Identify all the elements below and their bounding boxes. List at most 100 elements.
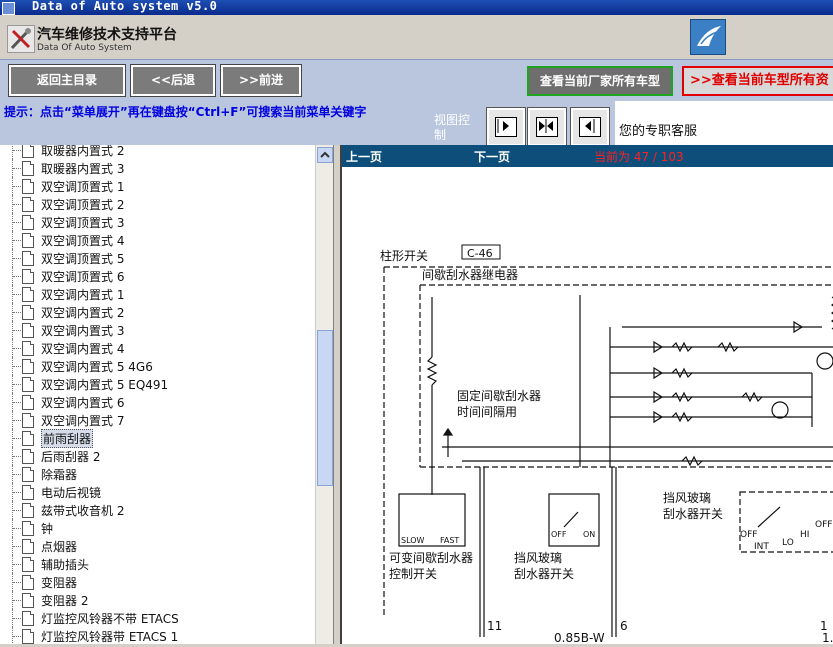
view-split-button[interactable] [527, 107, 567, 147]
tree-item[interactable]: 灯监控风铃器不带 ETACS [0, 609, 315, 627]
tree-item-label: 变阻器 [41, 576, 78, 590]
tree-item-label: 双空调内置式 7 [41, 414, 125, 428]
tree-item-label: 双空调顶置式 4 [41, 234, 125, 248]
tree-item[interactable]: 点烟器 [0, 537, 315, 555]
tree-branch-line [13, 546, 21, 548]
tree-item-label: 点烟器 [41, 540, 78, 554]
customer-service-label: 您的专职客服 [619, 124, 698, 139]
tree-item[interactable]: 双空调内置式 3 [0, 321, 315, 339]
document-icon [22, 197, 34, 212]
document-icon [22, 341, 34, 356]
tree-item[interactable]: 双空调顶置式 5 [0, 249, 315, 267]
menu-panel: 取暖器内置式 2 取暖器内置式 3 双空调顶置式 1 双空调顶置式 2 双空调顶置式 3… [0, 145, 334, 644]
tree-item[interactable]: 前雨刮器 [0, 429, 315, 448]
tree-branch-line [13, 348, 21, 350]
time-interval-label: 时间间隔用 [457, 405, 517, 419]
scroll-up-button[interactable] [317, 147, 333, 163]
document-icon [22, 251, 34, 266]
document-icon [22, 413, 34, 428]
tree-branch-line [13, 222, 21, 224]
hi-label: HI [800, 530, 809, 540]
tree-item-label: 变阻器 2 [41, 594, 89, 608]
tree-item[interactable]: 后雨刮器 2 [0, 447, 315, 465]
lo-label: LO [782, 538, 794, 548]
fast-label: FAST [440, 536, 459, 545]
next-page-link[interactable]: 下一页 [474, 148, 510, 165]
scroll-thumb[interactable] [317, 330, 333, 486]
fixed-intermittent-label: 固定间歇刮水器 [457, 388, 541, 403]
tree-branch-line [13, 294, 21, 296]
tree-item[interactable]: 双空调内置式 4 [0, 339, 315, 357]
washer-switch-label-1: 挡风玻璃 [514, 551, 562, 565]
relay-label: 间歇刮水器继电器 [422, 268, 518, 282]
tree-branch-line [13, 510, 21, 512]
current-model-button[interactable]: >>查看当前车型所有资 [682, 66, 833, 96]
tree-item[interactable]: 变阻器 2 [0, 591, 315, 609]
split-icon [539, 119, 553, 133]
window-title: Data of Auto system v5.0 [32, 0, 218, 13]
customer-service-area[interactable]: 您的专职客服 [615, 101, 833, 145]
view-collapse-button[interactable] [570, 107, 610, 147]
wiring-diagram-svg: 柱形开关 C-46 间歇刮水器继电器 固定间歇刮水器 时间间隔用 SLOW FA… [380, 244, 833, 645]
tree-branch-line [13, 150, 21, 152]
tree-item[interactable]: 双空调内置式 5 4G6 [0, 357, 315, 375]
tree-item[interactable]: 取暖器内置式 2 [0, 145, 315, 159]
tree-guide-line [12, 145, 14, 159]
tree-branch-line [13, 492, 21, 494]
document-icon [22, 269, 34, 284]
tree-item[interactable]: 双空调内置式 1 [0, 285, 315, 303]
tree-branch-line [13, 366, 21, 368]
all-models-button[interactable]: 查看当前厂家所有车型 [527, 66, 673, 96]
tree-item[interactable]: 双空调顶置式 4 [0, 231, 315, 249]
tree-item[interactable]: 双空调顶置式 1 [0, 177, 315, 195]
tree-item[interactable]: 辅助插头 [0, 555, 315, 573]
pin-6-label: 6 [620, 619, 628, 633]
tree-scrollbar[interactable] [315, 145, 333, 644]
tree-item-label: 双空调内置式 6 [41, 396, 125, 410]
tools-logo-icon [7, 25, 35, 53]
document-icon [22, 359, 34, 374]
tree-item[interactable]: 灯监控风铃器带 ETACS 1 [0, 627, 315, 644]
view-expand-button[interactable] [486, 107, 526, 147]
tree-item-label: 双空调内置式 4 [41, 342, 125, 356]
document-icon [22, 145, 34, 158]
tree-branch-line [13, 456, 21, 458]
pin-11-label: 11 [487, 619, 502, 633]
tree-item[interactable]: 双空调内置式 2 [0, 303, 315, 321]
prev-page-link[interactable]: 上一页 [346, 148, 382, 165]
tree-item[interactable]: 除霜器 [0, 465, 315, 483]
tree-item[interactable]: 双空调顶置式 6 [0, 267, 315, 285]
tree-item[interactable]: 双空调内置式 7 [0, 411, 315, 429]
tree-branch-line [13, 204, 21, 206]
document-icon [22, 557, 34, 572]
tree-item-label: 后雨刮器 2 [41, 450, 101, 464]
tree-item-label: 双空调顶置式 2 [41, 198, 125, 212]
tree-item-label: 双空调顶置式 1 [41, 180, 125, 194]
tree-item[interactable]: 双空调内置式 6 [0, 393, 315, 411]
back-button[interactable]: <<后退 [130, 64, 216, 97]
document-icon [22, 323, 34, 338]
document-icon [22, 521, 34, 536]
tree-item[interactable]: 兹带式收音机 2 [0, 501, 315, 519]
pin-1b-label: 1. [822, 631, 833, 644]
tree-branch-line [13, 384, 21, 386]
tree-item-label: 灯监控风铃器带 ETACS 1 [41, 630, 179, 644]
wire-label: 0.85B-W [554, 631, 605, 644]
window-title-bar: Data of Auto system v5.0 [0, 0, 833, 15]
document-icon [22, 215, 34, 230]
document-icon [22, 575, 34, 590]
back-to-main-button[interactable]: 返回主目录 [8, 64, 126, 97]
tree-item[interactable]: 双空调顶置式 3 [0, 213, 315, 231]
tree-item[interactable]: 变阻器 [0, 573, 315, 591]
tree-item[interactable]: 取暖器内置式 3 [0, 159, 315, 177]
tree-item[interactable]: 钟 [0, 519, 315, 537]
forward-button[interactable]: >>前进 [220, 64, 302, 97]
tree-item[interactable]: 电动后视镜 [0, 483, 315, 501]
tree-branch-line [13, 636, 21, 638]
tree-item[interactable]: 双空调内置式 5 EQ491 [0, 375, 315, 393]
document-icon [22, 287, 34, 302]
tree-item[interactable]: 双空调顶置式 2 [0, 195, 315, 213]
tree-branch-line [13, 330, 21, 332]
tree-item-label: 双空调内置式 1 [41, 288, 125, 302]
document-icon [22, 629, 34, 644]
